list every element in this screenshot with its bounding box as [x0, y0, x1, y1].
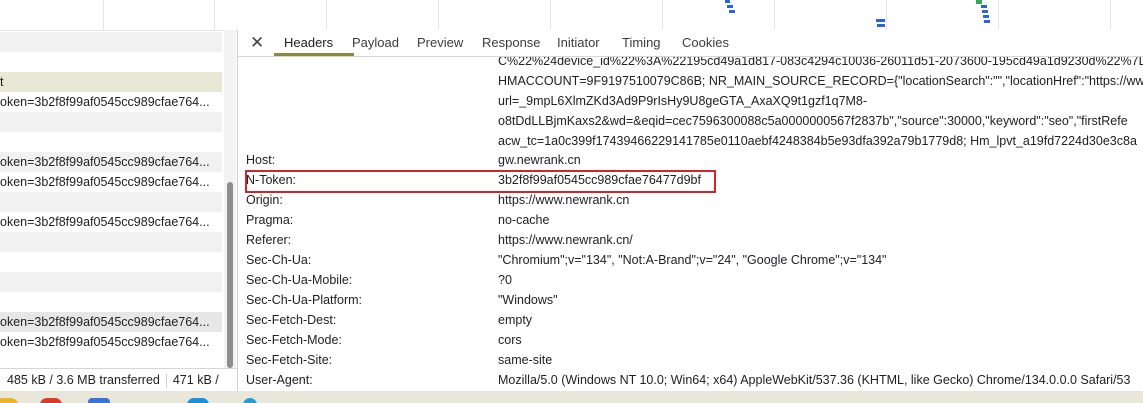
waterfall-bar [982, 10, 988, 13]
waterfall-divider [886, 0, 887, 30]
header-value: 3b2f8f99af0545cc989cfae76477d9bf [498, 173, 701, 187]
chrome-icon[interactable] [40, 398, 62, 403]
header-name: Host: [246, 153, 276, 167]
scrollbar-thumb[interactable] [227, 182, 233, 368]
header-name: Pragma: [246, 213, 294, 227]
resources-summary: 471 kB / [172, 373, 219, 387]
network-status-bar: 485 kB / 3.6 MB transferred 471 kB / [0, 368, 237, 392]
close-icon[interactable]: ✕ [250, 30, 264, 56]
header-value: same-site [498, 353, 553, 367]
waterfall-divider [103, 0, 104, 30]
app-icon[interactable] [88, 398, 110, 403]
transferred-summary: 485 kB / 3.6 MB transferred [7, 373, 160, 387]
waterfall-divider [438, 0, 439, 30]
tab-payload[interactable]: Payload [352, 30, 399, 56]
header-value: "Chromium";v="134", "Not:A-Brand";v="24"… [498, 253, 887, 267]
waterfall-bar [725, 0, 730, 3]
request-row[interactable] [0, 192, 222, 212]
request-row[interactable]: t [0, 72, 222, 92]
header-name: Sec-Fetch-Mode: [246, 333, 342, 347]
waterfall-bar [981, 5, 987, 8]
edge-icon[interactable] [187, 398, 209, 403]
request-row[interactable] [0, 292, 222, 312]
taskbar [0, 391, 1143, 403]
request-row[interactable]: oken=3b2f8f99af0545cc989cfae764... [0, 152, 222, 172]
header-name: Sec-Ch-Ua: [246, 253, 312, 267]
header-name: Sec-Ch-Ua-Platform: [246, 293, 362, 307]
waterfall-bar [729, 10, 735, 13]
header-name: N-Token: [246, 173, 297, 187]
folder-icon[interactable] [0, 398, 18, 403]
header-name: Referer: [246, 233, 292, 247]
waterfall-divider [214, 0, 215, 30]
header-name: Sec-Fetch-Site: [246, 353, 333, 367]
waterfall-divider [550, 0, 551, 30]
cookie-value-line: acw_tc=1a0c399f17439466229141785e0110aeb… [498, 134, 1137, 148]
waterfall-divider [998, 0, 999, 30]
cookie-value-line: C%22%24device_id%22%3A%22195cd49a1d817-0… [498, 57, 1143, 68]
header-name: User-Agent: [246, 373, 313, 387]
header-value: "Windows" [498, 293, 558, 307]
feather-icon[interactable] [243, 398, 257, 403]
header-value: https://www.newrank.cn [498, 193, 630, 207]
request-row[interactable]: oken=3b2f8f99af0545cc989cfae764... [0, 92, 222, 112]
request-row[interactable] [0, 132, 222, 152]
tab-preview[interactable]: Preview [417, 30, 463, 56]
network-waterfall [0, 0, 1143, 31]
request-row[interactable] [0, 112, 222, 132]
cookie-value-line: HMACCOUNT=9F9197510079C86B; NR_MAIN_SOUR… [498, 74, 1143, 88]
waterfall-bar [876, 19, 885, 22]
waterfall-divider [1110, 0, 1111, 30]
request-row[interactable] [0, 272, 222, 292]
waterfall-divider [326, 0, 327, 30]
waterfall-divider [662, 0, 663, 30]
header-name: Sec-Ch-Ua-Mobile: [246, 273, 353, 287]
request-headers-panel: C%22%24device_id%22%3A%22195cd49a1d817-0… [238, 57, 1143, 391]
request-row[interactable]: oken=3b2f8f99af0545cc989cfae764... [0, 332, 222, 352]
waterfall-bar [984, 20, 990, 23]
request-row[interactable] [0, 252, 222, 272]
waterfall-bar [727, 5, 733, 8]
header-value: Mozilla/5.0 (Windows NT 10.0; Win64; x64… [498, 373, 1131, 387]
request-row[interactable] [0, 52, 222, 72]
request-row[interactable] [0, 232, 222, 252]
request-row[interactable] [0, 32, 222, 52]
detail-tabbar: ✕ Headers Payload Preview Response Initi… [238, 30, 1143, 57]
request-row[interactable]: oken=3b2f8f99af0545cc989cfae764... [0, 172, 222, 192]
tab-cookies[interactable]: Cookies [682, 30, 729, 56]
tab-initiator[interactable]: Initiator [557, 30, 600, 56]
header-value: gw.newrank.cn [498, 153, 581, 167]
waterfall-bar [976, 0, 982, 4]
request-row[interactable]: oken=3b2f8f99af0545cc989cfae764... [0, 212, 222, 232]
header-value: cors [498, 333, 522, 347]
header-name: Origin: [246, 193, 283, 207]
waterfall-bar [877, 24, 885, 27]
waterfall-bar [983, 15, 989, 18]
cookie-value-line: url=_9mpL6XlmZKd3Ad9P9rIsHy9U8geGTA_AxaX… [498, 94, 868, 108]
status-separator [165, 373, 167, 388]
cookie-value-line: o8tDdLLBjmKaxs2&wd=&eqid=cec7596300088c5… [498, 114, 1128, 128]
request-list: t oken=3b2f8f99af0545cc989cfae764... oken=… [0, 30, 230, 368]
header-value: no-cache [498, 213, 550, 227]
tab-timing[interactable]: Timing [622, 30, 661, 56]
request-row[interactable]: oken=3b2f8f99af0545cc989cfae764... [0, 312, 222, 332]
header-value: empty [498, 313, 533, 327]
header-name: Sec-Fetch-Dest: [246, 313, 337, 327]
tab-response[interactable]: Response [482, 30, 541, 56]
header-value: ?0 [498, 273, 512, 287]
header-value: https://www.newrank.cn/ [498, 233, 633, 247]
active-tab-indicator [274, 53, 354, 56]
waterfall-divider [774, 0, 775, 30]
